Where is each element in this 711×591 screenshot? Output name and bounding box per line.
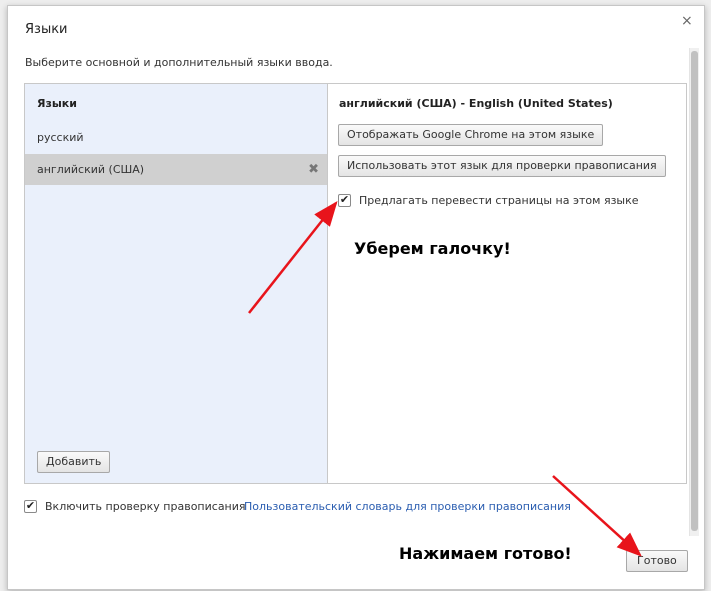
arrow-to-done-button	[552, 475, 642, 557]
arrow-to-translate-checkbox	[248, 201, 338, 314]
annotation-arrows	[248, 201, 642, 557]
